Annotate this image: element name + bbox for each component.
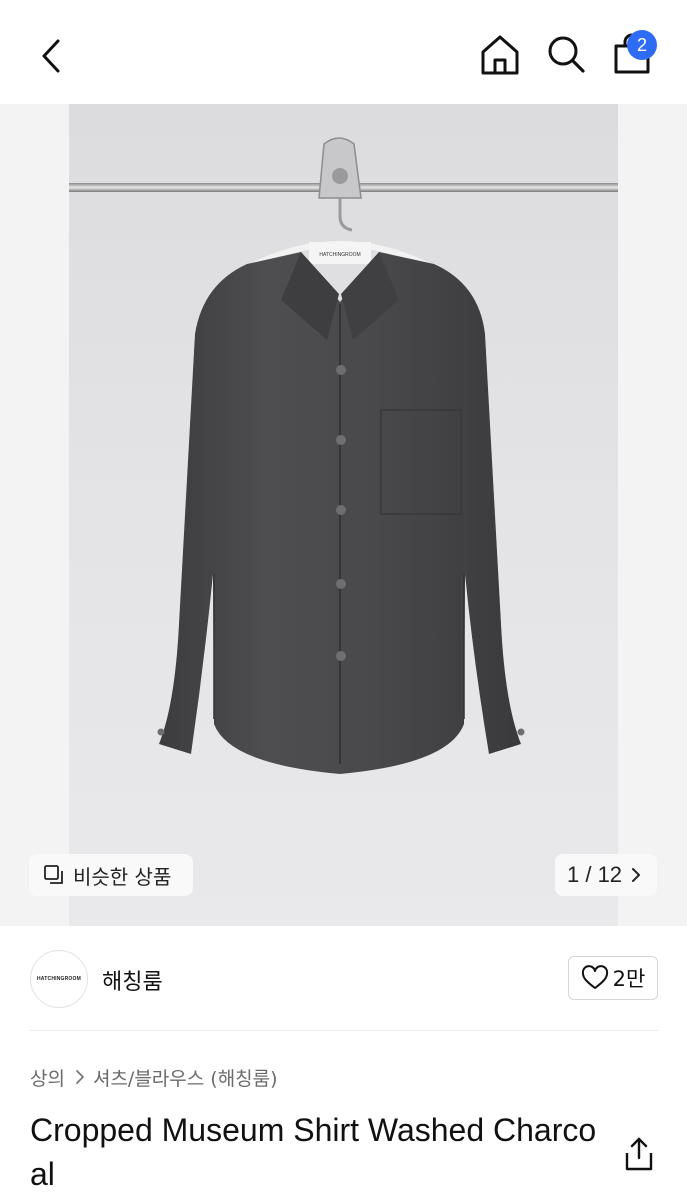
- hanger-brand-text: HATCHINGROOM: [319, 252, 360, 258]
- similar-items-label: 비슷한 상품: [73, 864, 172, 889]
- heart-icon: [581, 965, 608, 989]
- back-button[interactable]: [34, 36, 70, 76]
- similar-items-icon: [44, 865, 63, 884]
- product-photo[interactable]: HATCHINGROOM: [69, 104, 618, 926]
- breadcrumb-separator: [75, 1069, 85, 1085]
- chevron-left-icon: [42, 39, 60, 73]
- home-button[interactable]: [480, 32, 520, 76]
- search-icon: [548, 36, 585, 73]
- breadcrumb: 상의 셔츠/블라우스 (해칭룸): [30, 1064, 278, 1090]
- shop-info-row: HATCHINGROOM 해칭룸 2만: [0, 926, 687, 1030]
- cart-count-badge: 2: [627, 30, 657, 60]
- share-icon: [625, 1137, 653, 1171]
- breadcrumb-category[interactable]: 상의: [30, 1064, 65, 1091]
- home-icon: [481, 35, 519, 75]
- shop-name[interactable]: 해칭룸: [102, 964, 163, 996]
- like-count: 2만: [612, 967, 646, 991]
- breadcrumb-subcategory[interactable]: 셔츠/블라우스 (해칭룸): [93, 1064, 278, 1091]
- share-button[interactable]: [622, 1136, 656, 1172]
- top-navigation-bar: 2: [0, 0, 687, 104]
- similar-items-button[interactable]: 비슷한 상품: [29, 854, 193, 896]
- image-counter: 1 / 12: [567, 862, 623, 887]
- shop-logo[interactable]: HATCHINGROOM: [30, 950, 88, 1008]
- chevron-right-icon: [76, 1070, 84, 1084]
- shop-logo-text: HATCHINGROOM: [37, 976, 81, 982]
- product-image-gallery[interactable]: HATCHINGROOM 비슷한 상품 1 / 12: [0, 104, 687, 926]
- section-divider: [30, 1030, 658, 1031]
- search-button[interactable]: [546, 32, 586, 76]
- chevron-right-icon: [632, 868, 641, 882]
- product-title: Cropped Museum Shirt Washed Charcoal: [30, 1112, 597, 1192]
- image-counter-button[interactable]: 1 / 12: [555, 854, 657, 896]
- like-button[interactable]: 2만: [568, 956, 658, 1000]
